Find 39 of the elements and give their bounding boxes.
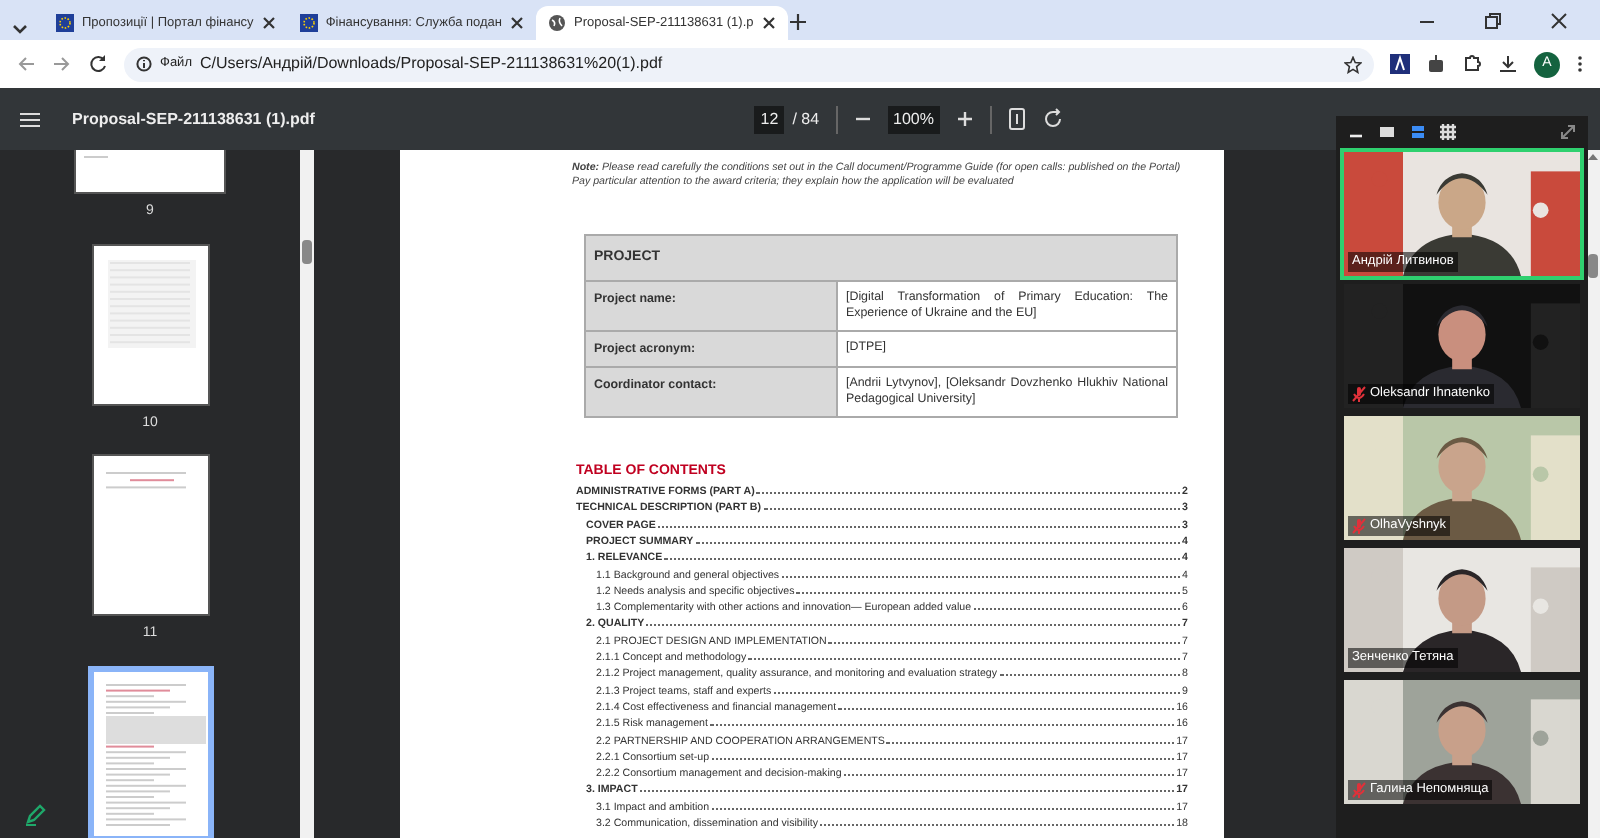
info-icon: [136, 56, 152, 72]
globe-icon: [548, 14, 567, 32]
robot-icon[interactable]: [1426, 54, 1446, 74]
download-icon[interactable]: [1498, 54, 1518, 74]
page-thumbnail[interactable]: [91, 454, 209, 616]
single-view-icon[interactable]: [1378, 124, 1396, 140]
menu-icon[interactable]: [20, 111, 40, 127]
pencil-icon[interactable]: [24, 802, 48, 826]
star-icon[interactable]: [1344, 55, 1362, 73]
url-text: C/Users/Андрій/Downloads/Proposal-SEP-211138631%20(1).pdf: [199, 52, 663, 76]
page-count: / 84: [792, 107, 820, 131]
close-icon[interactable]: [261, 16, 276, 30]
more-icon[interactable]: [1576, 54, 1584, 74]
page-thumbnail[interactable]: [87, 665, 213, 838]
flag-icon: [56, 14, 74, 32]
page-thumbnail[interactable]: [74, 150, 226, 194]
page-thumbnail[interactable]: [91, 243, 209, 405]
back-icon[interactable]: [16, 54, 36, 74]
forward-icon[interactable]: [52, 54, 72, 74]
scrollbar-thumb[interactable]: [1588, 254, 1598, 278]
close-icon[interactable]: [761, 16, 776, 30]
document-title: Proposal-SEP-211138631 (1).pdf: [72, 107, 315, 131]
scrollbar-thumb[interactable]: [302, 240, 312, 264]
expand-icon[interactable]: [1560, 124, 1576, 140]
close-icon[interactable]: [510, 16, 525, 30]
close-icon[interactable]: [1550, 11, 1568, 29]
zoom-field[interactable]: 100%: [887, 105, 940, 133]
speaker-view-icon[interactable]: [1410, 124, 1426, 140]
grid-view-icon[interactable]: [1440, 124, 1456, 140]
reload-icon[interactable]: [88, 54, 108, 74]
scrollbar[interactable]: [300, 150, 314, 838]
page-number-field[interactable]: 12: [754, 105, 785, 133]
flag-icon: [299, 14, 318, 32]
restore-icon[interactable]: [1484, 11, 1502, 29]
fit-page-icon[interactable]: [1008, 108, 1026, 130]
zoom-in-icon[interactable]: [956, 110, 974, 128]
extension-icon[interactable]: [1390, 54, 1410, 74]
rotate-icon[interactable]: [1042, 108, 1064, 130]
puzzle-icon[interactable]: [1462, 54, 1482, 74]
